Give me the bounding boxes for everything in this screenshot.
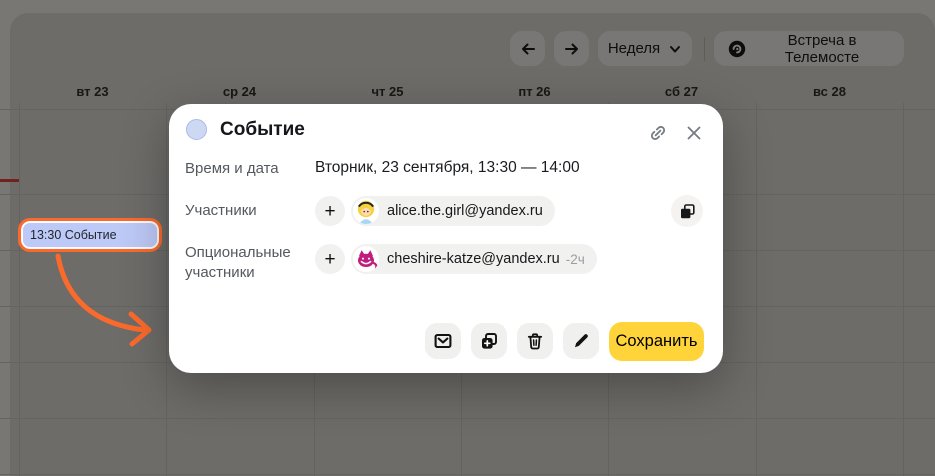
pencil-icon [571, 331, 591, 351]
participant-email: alice.the.girl@yandex.ru [387, 203, 543, 219]
close-button[interactable] [684, 123, 704, 143]
avatar-alice [353, 198, 379, 224]
edit-event-button[interactable] [563, 323, 599, 359]
spotlight-arrow-icon [40, 248, 170, 348]
mail-icon [433, 331, 453, 351]
link-icon [648, 123, 668, 143]
close-icon [684, 123, 704, 143]
datetime-value: Вторник, 23 сентября, 13:30 — 14:00 [315, 159, 580, 177]
datetime-label: Время и дата [185, 159, 279, 179]
optional-participant-email: cheshire-katze@yandex.ru [387, 251, 560, 267]
trash-icon [525, 331, 545, 351]
optional-participants-label: Опциональные участники [185, 243, 295, 283]
dialog-title: Событие [220, 119, 305, 141]
participants-label: Участники [185, 201, 257, 221]
copy-link-button[interactable] [648, 123, 668, 143]
calendar-event-chip[interactable]: 13:30 Событие [18, 218, 162, 252]
add-participant-button[interactable]: + [315, 196, 345, 226]
calendar-event-label: 13:30 Событие [21, 228, 117, 242]
avatar-cheshire-cat [353, 246, 379, 272]
optional-participant-chip[interactable]: cheshire-katze@yandex.ru -2ч [351, 244, 597, 274]
duplicate-event-button[interactable] [471, 323, 507, 359]
copy-participants-button[interactable] [671, 195, 703, 227]
copy-icon [679, 203, 696, 220]
page-root: Неделя Встреча в Телемосте вт 23 ср 24 ч… [0, 0, 935, 476]
add-optional-participant-button[interactable]: + [315, 244, 345, 274]
delete-event-button[interactable] [517, 323, 553, 359]
event-details-dialog: Событие Время и дата Вторник, 23 сентябр… [169, 104, 723, 373]
save-button[interactable]: Сохранить [609, 322, 704, 361]
event-color-dot [186, 119, 207, 140]
plus-icon: + [324, 250, 335, 269]
participant-chip[interactable]: alice.the.girl@yandex.ru [351, 196, 555, 226]
duplicate-icon [479, 331, 499, 351]
plus-icon: + [324, 202, 335, 221]
timezone-offset: -2ч [566, 252, 585, 267]
email-participants-button[interactable] [425, 323, 461, 359]
